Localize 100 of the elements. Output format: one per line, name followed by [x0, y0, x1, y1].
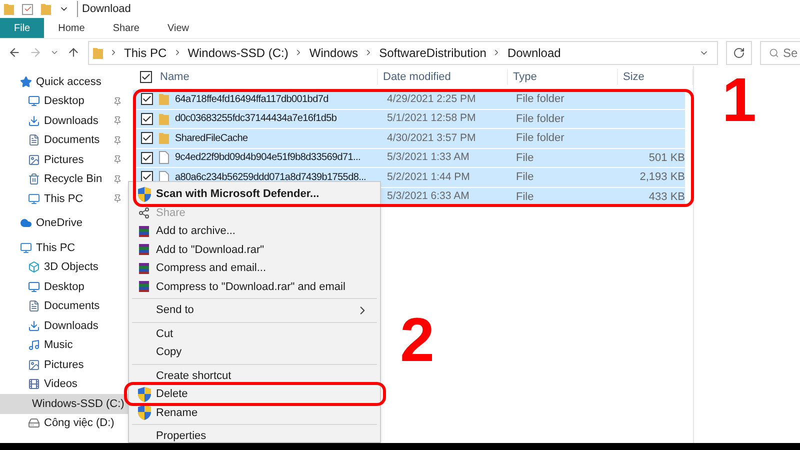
computer-icon [28, 192, 40, 205]
sidebar-label: Documents [44, 299, 101, 314]
sidebar-label: This PC [36, 240, 76, 256]
back-icon[interactable] [8, 46, 21, 59]
menu-item[interactable]: Rename [132, 404, 377, 422]
file-name: d0c03683255fdc37144434a7e16f1d5b [175, 112, 337, 126]
desktop-icon [28, 280, 40, 293]
ribbon-tab[interactable]: Home [44, 18, 99, 38]
document-icon [28, 300, 40, 312]
breadcrumb[interactable]: Windows-SSD (C:) [188, 44, 288, 62]
sidebar-label: Recycle Bin [44, 172, 104, 187]
date-cell: 5/2/2021 1:44 PM [387, 170, 470, 183]
date-cell: 5/1/2021 12:58 PM [387, 112, 476, 124]
menu-item[interactable]: Scan with Microsoft Defender... [132, 185, 377, 204]
breadcrumb[interactable]: Download [507, 44, 561, 62]
menu-item[interactable]: Add to archive... [132, 222, 377, 240]
sidebar-item[interactable]: Downloads [0, 111, 130, 130]
picture-icon [28, 358, 40, 371]
ribbon-tab[interactable]: File [0, 18, 44, 38]
sidebar-item[interactable]: This PC [0, 238, 130, 258]
breadcrumb[interactable]: This PC [124, 44, 167, 62]
type-cell: File [516, 190, 534, 202]
menu-item[interactable]: Delete [132, 385, 377, 404]
checkbox[interactable] [141, 93, 153, 106]
step-number: 1 [722, 70, 756, 132]
date-cell: 4/30/2021 3:57 PM [387, 132, 476, 144]
column-header[interactable]: Date modified [383, 70, 451, 83]
sidebar-item[interactable]: 3D Objects [0, 258, 130, 277]
sidebar-label: Công việc (D:) [44, 416, 116, 431]
check-icon[interactable] [22, 4, 33, 14]
menu-item[interactable]: Create shortcut [132, 366, 377, 385]
checkbox[interactable] [141, 152, 153, 164]
refresh-icon [733, 46, 745, 58]
refresh-button[interactable] [726, 40, 752, 64]
archive-icon [139, 281, 149, 292]
sidebar-label: Videos [44, 377, 78, 392]
folder-icon [93, 46, 103, 58]
sidebar-item[interactable]: Documents [0, 130, 130, 150]
menu-item[interactable]: Properties [132, 427, 377, 446]
date-cell: 4/29/2021 2:25 PM [387, 92, 476, 105]
file-name: 64a718ffe4fd16494ffa117db001bd7d [175, 92, 328, 107]
search-field[interactable]: Se [760, 40, 800, 64]
ribbon-tab[interactable]: View [154, 18, 203, 38]
chevron-icon [109, 48, 118, 57]
file-row[interactable]: 9c4ed22f9bd09d4b904e51f9b8d33569d71... 5/3/2021 1:33 AM File 501 KB [133, 148, 685, 168]
sidebar-item[interactable]: This PC [0, 189, 130, 208]
star-icon [20, 76, 32, 88]
sidebar-item[interactable]: Desktop [0, 277, 130, 296]
recent-locations-icon[interactable] [50, 48, 59, 57]
shield-icon [138, 186, 150, 202]
sidebar-item[interactable]: Documents [0, 296, 130, 316]
computer-icon [20, 242, 32, 254]
column-header[interactable]: Name [160, 68, 190, 86]
file-icon [159, 151, 169, 164]
breadcrumb[interactable]: Windows [309, 44, 358, 62]
sidebar-item[interactable]: Công việc (D:) [0, 414, 130, 433]
sidebar-item[interactable]: Desktop [0, 92, 130, 111]
download-icon [28, 320, 40, 332]
type-cell: File [516, 152, 534, 164]
column-header[interactable]: Type [513, 70, 537, 83]
file-row[interactable]: SharedFileCache 4/30/2021 3:57 PM File folder [133, 129, 685, 148]
sidebar-item[interactable]: Pictures [0, 355, 130, 374]
sidebar-item[interactable]: Downloads [0, 316, 130, 336]
sidebar-item[interactable]: Windows-SSD (C:) [0, 394, 130, 414]
breadcrumb[interactable]: SoftwareDistribution [379, 44, 486, 62]
shield-icon [138, 405, 150, 420]
type-cell: File folder [516, 112, 564, 124]
sidebar-label: 3D Objects [44, 260, 100, 275]
menu-item[interactable]: Send to [132, 301, 377, 320]
up-icon[interactable] [67, 46, 80, 59]
checkbox[interactable] [141, 132, 153, 144]
size-cell-text: 2,193 KB [640, 170, 685, 185]
download-icon [28, 114, 40, 127]
document-icon [28, 134, 40, 146]
menu-item[interactable]: Add to "Download.rar" [132, 240, 377, 259]
desktop-icon [28, 95, 40, 108]
ribbon-tab[interactable]: Share [98, 18, 154, 38]
sidebar-item[interactable]: Videos [0, 374, 130, 394]
search-placeholder: Se [783, 44, 798, 62]
film-icon [28, 378, 40, 390]
menu-item[interactable]: Compress and email... [132, 259, 377, 278]
folder-icon [159, 93, 169, 106]
checkbox[interactable] [140, 71, 152, 83]
archive-icon [139, 262, 149, 274]
checkbox[interactable] [141, 112, 153, 125]
sidebar-item[interactable]: Quick access [0, 72, 130, 92]
menu-item[interactable]: Copy [132, 343, 377, 362]
recycle-bin-icon [28, 173, 40, 186]
address-bar[interactable]: This PC Windows-SSD (C:) Windows SoftwareDistribution Download [88, 40, 718, 64]
menu-item[interactable]: Compress to "Download.rar" and email [132, 278, 377, 296]
shield-icon [138, 386, 150, 402]
sidebar-item[interactable]: Recycle Bin [0, 170, 130, 189]
sidebar-item[interactable]: OneDrive [0, 214, 130, 233]
column-header[interactable]: Size [623, 70, 644, 83]
sidebar-item[interactable]: Pictures [0, 150, 130, 170]
sidebar-label: Quick access [36, 74, 102, 90]
menu-item[interactable]: Cut [132, 324, 377, 343]
folder-icon [159, 132, 169, 144]
file-row[interactable]: d0c03683255fdc37144434a7e16f1d5b 5/1/2021 12:58 PM File folder [133, 110, 685, 129]
sidebar-item[interactable]: Music [0, 336, 130, 355]
